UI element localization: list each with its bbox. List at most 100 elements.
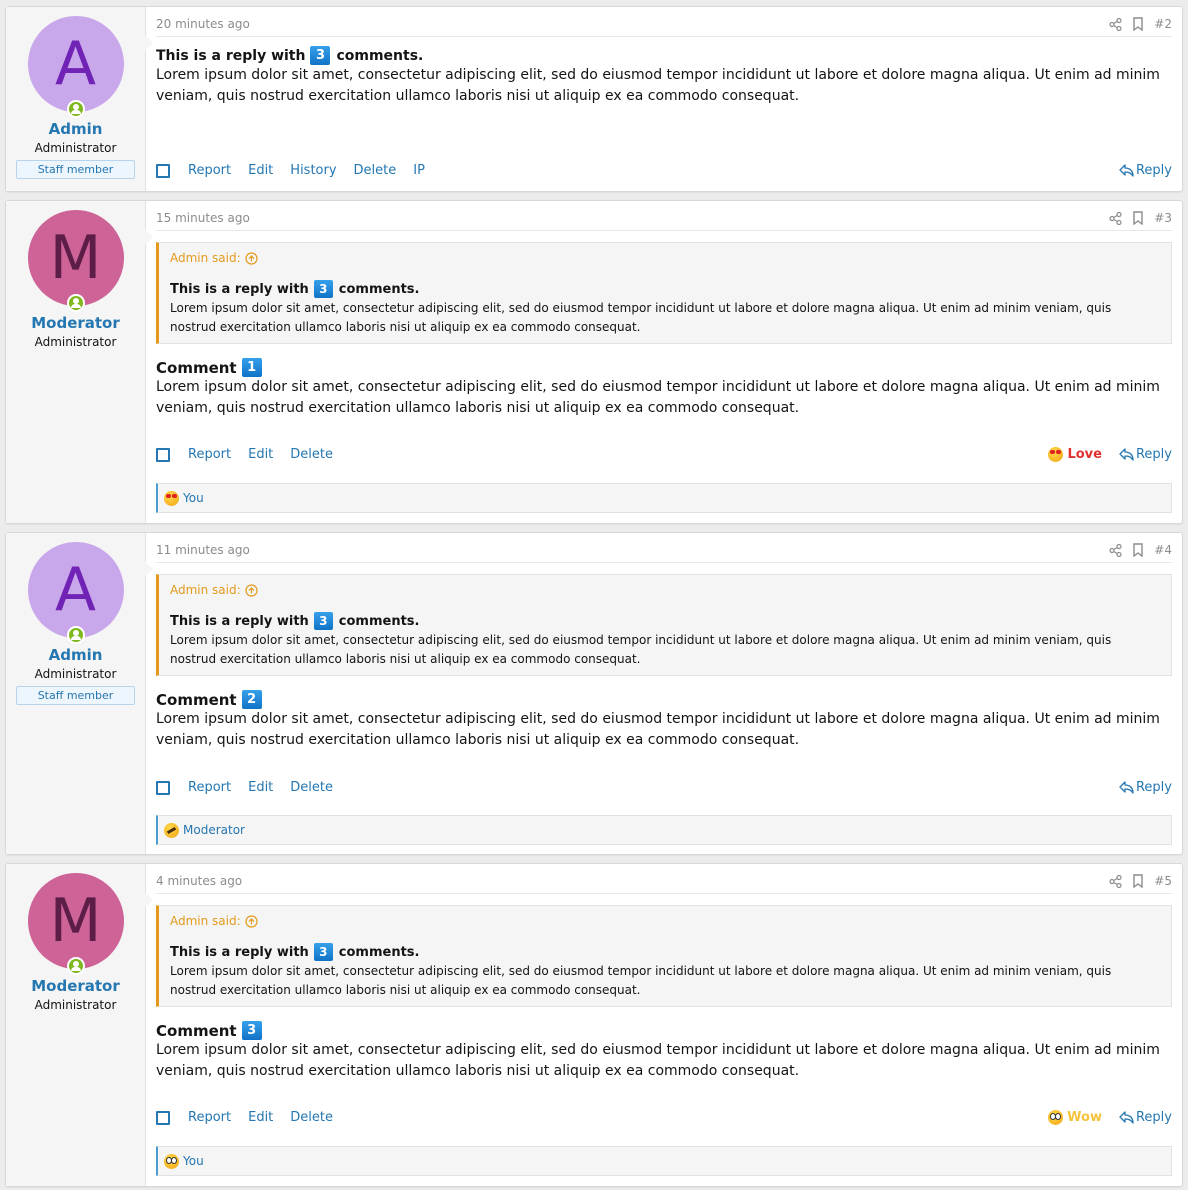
post-timestamp[interactable]: 4 minutes ago [156,874,1109,888]
bookmark-icon[interactable] [1132,17,1144,31]
history-link[interactable]: History [290,163,336,178]
reactions-bar[interactable]: You [156,483,1172,513]
wow-emoji-icon [1048,1110,1064,1125]
reply-label: Reply [1135,780,1172,795]
report-link[interactable]: Report [188,447,231,462]
post-body: Lorem ipsum dolor sit amet, consectetur … [156,711,1160,748]
post-main: 15 minutes ago #3 Admin said: This is a … [146,201,1182,523]
reactions-bar[interactable]: Moderator [156,815,1172,845]
user-title: Administrator [34,335,117,349]
delete-link[interactable]: Delete [290,1110,333,1125]
reply-label: Reply [1135,163,1172,178]
edit-link[interactable]: Edit [248,1110,273,1125]
username-link[interactable]: Moderator [6,977,145,995]
avatar[interactable]: M [27,873,124,975]
select-checkbox[interactable] [156,1110,170,1125]
quote-author-link[interactable]: Admin said: [170,251,1161,265]
share-icon[interactable] [1109,874,1122,888]
quote-block: Admin said: This is a reply with 3 comme… [156,242,1172,344]
reply-button[interactable]: Reply [1119,1110,1172,1125]
avatar[interactable]: A [27,16,124,118]
delete-link[interactable]: Delete [290,780,333,795]
post: A Admin Administrator Staff member 11 mi… [5,532,1183,855]
arrow-up-circle-icon [245,251,258,265]
love-emoji-icon [1048,447,1064,462]
report-link[interactable]: Report [188,163,231,178]
post-title-text: comments. [336,47,424,64]
post-body: Lorem ipsum dolor sit amet, consectetur … [156,379,1160,416]
post-header: 4 minutes ago #5 [156,864,1172,894]
post-number-link[interactable]: #3 [1154,211,1172,225]
edit-link[interactable]: Edit [248,447,273,462]
reply-button[interactable]: Reply [1119,163,1172,178]
quote-title-text: This is a reply with [170,613,309,629]
quote-block: Admin said: This is a reply with 3 comme… [156,574,1172,676]
select-checkbox[interactable] [156,163,170,178]
post: A Admin Administrator Staff member 20 mi… [5,6,1183,192]
post-timestamp[interactable]: 15 minutes ago [156,211,1109,225]
user-cell: A Admin Administrator Staff member [6,533,153,854]
quote-title-line: This is a reply with 3 comments. [170,943,1161,961]
report-link[interactable]: Report [188,780,231,795]
reaction-button[interactable]: Love [1048,447,1102,462]
quote-body: Lorem ipsum dolor sit amet, consectetur … [170,301,1112,334]
avatar[interactable]: A [27,542,124,644]
haha-emoji-icon [164,822,179,838]
post-number-link[interactable]: #2 [1154,17,1172,31]
reactions-users[interactable]: Moderator [183,823,245,837]
share-icon[interactable] [1109,543,1122,557]
quote-author-link[interactable]: Admin said: [170,914,1161,928]
edit-link[interactable]: Edit [248,780,273,795]
reaction-button[interactable]: Wow [1048,1110,1102,1125]
username-link[interactable]: Moderator [6,314,145,332]
edit-link[interactable]: Edit [248,163,273,178]
quote-author-label: Admin said: [170,583,241,597]
report-link[interactable]: Report [188,1110,231,1125]
bookmark-icon[interactable] [1132,211,1144,225]
post-title-text: This is a reply with [156,47,306,64]
delete-link[interactable]: Delete [354,163,397,178]
online-status-icon [66,957,85,975]
reply-icon [1119,1111,1134,1124]
post-body: Lorem ipsum dolor sit amet, consectetur … [156,67,1160,104]
user-cell: A Admin Administrator Staff member [6,7,153,191]
reactions-bar[interactable]: You [156,1146,1172,1176]
delete-link[interactable]: Delete [290,447,333,462]
user-title: Administrator [34,998,117,1012]
quote-author-link[interactable]: Admin said: [170,583,1161,597]
avatar-initial: M [49,886,102,956]
username-link[interactable]: Admin [6,120,145,138]
reply-icon [1119,164,1134,177]
post: M Moderator Administrator 4 minutes ago … [5,863,1183,1187]
quote-block: Admin said: This is a reply with 3 comme… [156,905,1172,1007]
comment-label: Comment [156,358,237,377]
share-icon[interactable] [1109,211,1122,225]
reactions-users[interactable]: You [183,491,204,505]
reactions-users[interactable]: You [183,1154,204,1168]
post-timestamp[interactable]: 20 minutes ago [156,17,1109,31]
user-cell: M Moderator Administrator [6,864,153,1186]
reply-button[interactable]: Reply [1119,780,1172,795]
select-checkbox[interactable] [156,780,170,795]
bookmark-icon[interactable] [1132,543,1144,557]
quote-title-line: This is a reply with 3 comments. [170,612,1161,630]
reply-button[interactable]: Reply [1119,447,1172,462]
post-header: 15 minutes ago #3 [156,201,1172,231]
ip-link[interactable]: IP [413,163,425,178]
avatar[interactable]: M [27,210,124,312]
wow-emoji-icon [164,1153,179,1169]
select-checkbox[interactable] [156,447,170,462]
post-number-link[interactable]: #5 [1154,874,1172,888]
post-number-link[interactable]: #4 [1154,543,1172,557]
online-status-icon [66,294,85,312]
quote-author-label: Admin said: [170,914,241,928]
reply-label: Reply [1135,1110,1172,1125]
post-main: 11 minutes ago #4 Admin said: This is a … [146,533,1182,854]
bookmark-icon[interactable] [1132,874,1144,888]
post-timestamp[interactable]: 11 minutes ago [156,543,1109,557]
number-badge: 3 [313,280,333,298]
username-link[interactable]: Admin [6,646,145,664]
online-status-icon [66,100,85,118]
share-icon[interactable] [1109,17,1122,31]
staff-badge: Staff member [16,686,135,705]
